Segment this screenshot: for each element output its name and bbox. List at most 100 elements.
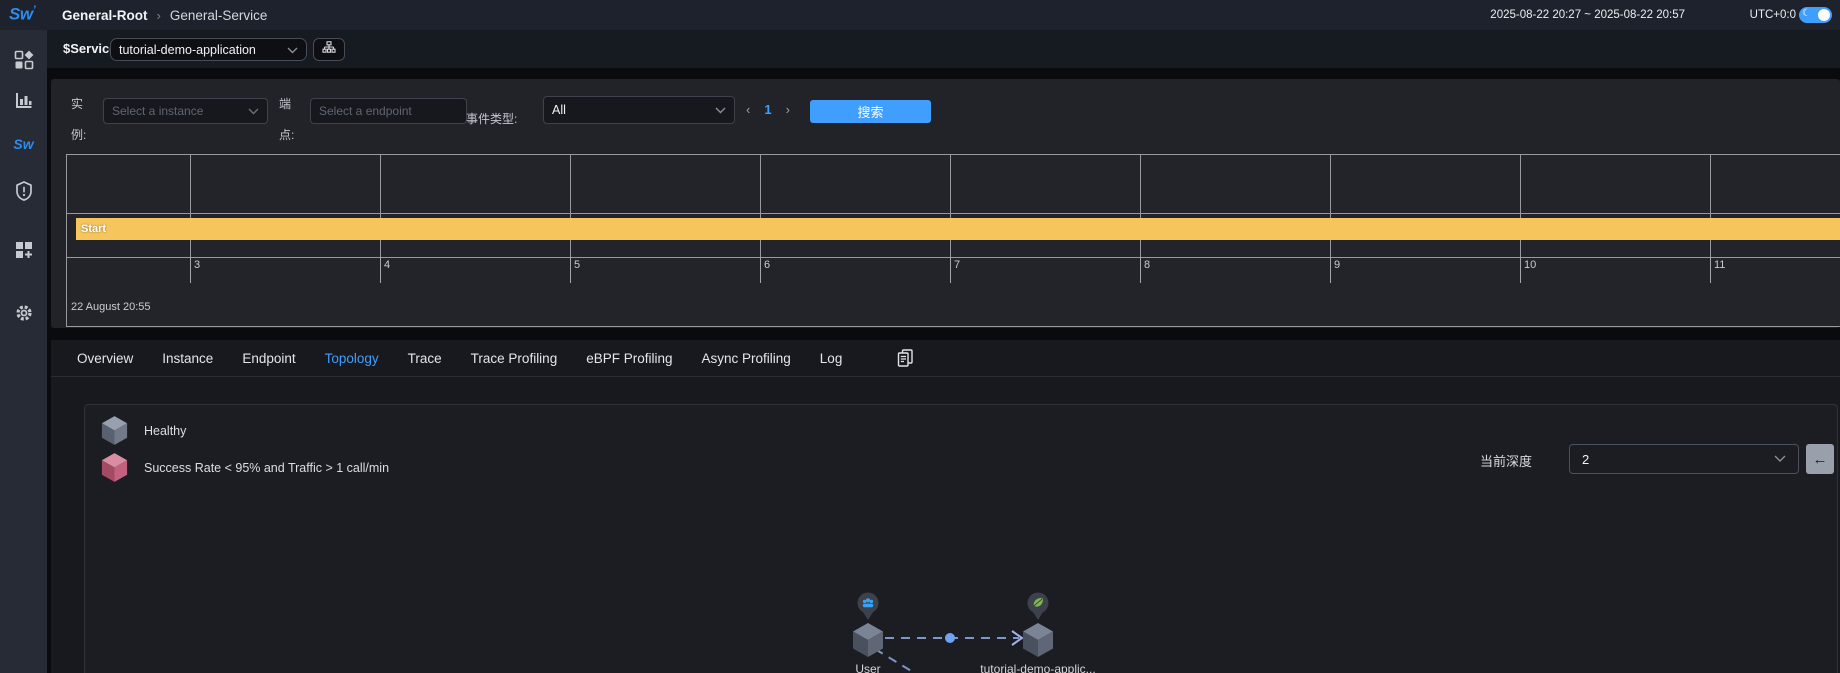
time-range-picker[interactable]: 2025-08-22 20:27 ~ 2025-08-22 20:57 [1490, 0, 1685, 30]
healthy-cube-icon [101, 416, 128, 445]
topology-widget: Healthy Success Rate < 95% and Traffic >… [84, 404, 1838, 673]
event-type-label: 事件类型: [466, 112, 518, 126]
legend-item-unhealthy: Success Rate < 95% and Traffic > 1 call/… [101, 452, 389, 483]
sitemap-icon [322, 40, 336, 59]
instance-placeholder: Select a instance [112, 104, 204, 118]
topology-graph[interactable]: User tutorial-demo-applic... [831, 583, 1131, 673]
prev-page-icon[interactable]: ‹ [746, 102, 750, 117]
tab-bar: Overview Instance Endpoint Topology Trac… [51, 340, 1840, 377]
event-type-select[interactable]: All [543, 96, 735, 124]
tick-label: 3 [194, 259, 201, 271]
breadcrumb-root[interactable]: General-Root [62, 8, 148, 23]
timeline-gridline [1520, 155, 1521, 257]
timeline-gridline [67, 257, 1840, 258]
axis-tick: 5 [570, 257, 580, 283]
settings-gear-icon [14, 303, 34, 323]
service-select[interactable]: tutorial-demo-application [110, 38, 307, 61]
marketplace-icon [14, 50, 34, 70]
tab-log[interactable]: Log [820, 351, 843, 366]
tab-trace[interactable]: Trace [408, 351, 442, 366]
axis-tick: 11 [1710, 257, 1725, 283]
instance-label: 实例: [71, 97, 87, 142]
sidebar-item-alerting[interactable] [0, 174, 47, 208]
depth-value: 2 [1582, 451, 1590, 467]
endpoint-placeholder: Select a endpoint [319, 104, 412, 118]
tab-async-profiling[interactable]: Async Profiling [702, 351, 791, 366]
sidebar-item-new-dashboard[interactable] [0, 233, 47, 267]
user-pin-icon [857, 592, 879, 620]
breadcrumb-separator: › [156, 7, 161, 23]
copy-docs-icon[interactable] [896, 348, 914, 368]
sidebar-item-dashboards[interactable] [0, 83, 47, 117]
event-start-bar[interactable]: Start [76, 218, 1840, 240]
next-page-icon[interactable]: › [786, 102, 790, 117]
bar-chart-icon [14, 90, 34, 110]
tab-overview[interactable]: Overview [77, 351, 133, 366]
instance-select[interactable]: Select a instance [103, 98, 268, 124]
event-filter-panel: 实例: Select a instance 端点: Select a endpo… [51, 79, 1840, 328]
endpoint-label: 端点: [279, 97, 295, 142]
breadcrumb-current[interactable]: General-Service [170, 8, 268, 23]
edge-user-down[interactable] [874, 648, 941, 673]
skywalking-logo[interactable]: Sw’ [9, 4, 36, 25]
axis-tick: 3 [190, 257, 200, 283]
edge-midpoint-dot[interactable] [945, 633, 955, 643]
back-button[interactable]: ← [1806, 444, 1834, 474]
timeline-gridline [570, 155, 571, 257]
chevron-down-icon [287, 41, 298, 59]
timeline-gridline [1330, 155, 1331, 257]
tick-label: 5 [574, 259, 581, 271]
search-button[interactable]: 搜索 [810, 100, 931, 123]
endpoint-input-wrap[interactable]: Select a endpoint [310, 98, 467, 124]
tab-instance[interactable]: Instance [162, 351, 213, 366]
axis-tick: 7 [950, 257, 960, 283]
chevron-down-icon [1774, 450, 1786, 468]
current-page[interactable]: 1 [764, 102, 771, 117]
spring-app-pin-icon [1027, 592, 1049, 620]
theme-toggle[interactable]: ☾ [1799, 7, 1832, 23]
tick-label: 8 [1144, 259, 1151, 271]
timezone-label[interactable]: UTC+0:0 [1750, 0, 1796, 30]
chevron-down-icon [248, 102, 259, 120]
service-detail-panel: Overview Instance Endpoint Topology Trac… [51, 340, 1840, 673]
service-topology-button[interactable] [313, 38, 345, 61]
sidebar-item-marketplace[interactable] [0, 43, 47, 77]
tab-ebpf-profiling[interactable]: eBPF Profiling [586, 351, 672, 366]
sidebar-nav: Sw [0, 30, 47, 673]
skywalking-app: Sw’ General-Root › General-Service 2025-… [0, 0, 1840, 673]
moon-icon: ☾ [1802, 8, 1811, 19]
axis-tick: 8 [1140, 257, 1150, 283]
breadcrumb: General-Root › General-Service [62, 0, 267, 30]
timeline-gridline [950, 155, 951, 257]
top-header-bar: Sw’ General-Root › General-Service 2025-… [0, 0, 1840, 30]
start-bar-label: Start [81, 223, 107, 235]
tick-label: 4 [384, 259, 391, 271]
new-dashboard-icon [14, 240, 34, 260]
tick-label: 11 [1714, 259, 1726, 271]
skywalking-icon: Sw [13, 136, 34, 152]
node-label-user: User [855, 662, 880, 673]
timeline-gridline [1140, 155, 1141, 257]
toggle-knob [1818, 9, 1830, 21]
event-pagination: ‹ 1 › [746, 102, 790, 117]
timeline-gridline [380, 155, 381, 257]
event-type-value: All [552, 103, 566, 117]
app-node[interactable] [1023, 623, 1053, 657]
tab-topology[interactable]: Topology [325, 351, 379, 366]
chevron-down-icon [715, 101, 726, 119]
timeline-date-label: 22 August 20:55 [71, 301, 151, 313]
tab-trace-profiling[interactable]: Trace Profiling [471, 351, 558, 366]
service-select-value: tutorial-demo-application [119, 42, 256, 57]
axis-tick: 10 [1520, 257, 1536, 283]
depth-select[interactable]: 2 [1569, 444, 1799, 474]
tab-endpoint[interactable]: Endpoint [242, 351, 295, 366]
unhealthy-cube-icon [101, 453, 128, 482]
sidebar-item-settings[interactable] [0, 296, 47, 330]
service-selector-bar: $Service tutorial-demo-application [47, 30, 1840, 68]
timeline-gridline [1710, 155, 1711, 257]
sidebar-item-skywalking-active[interactable]: Sw [0, 127, 47, 161]
tick-label: 10 [1524, 259, 1537, 271]
legend-item-healthy: Healthy [101, 415, 186, 446]
axis-tick: 9 [1330, 257, 1340, 283]
tick-label: 9 [1334, 259, 1341, 271]
